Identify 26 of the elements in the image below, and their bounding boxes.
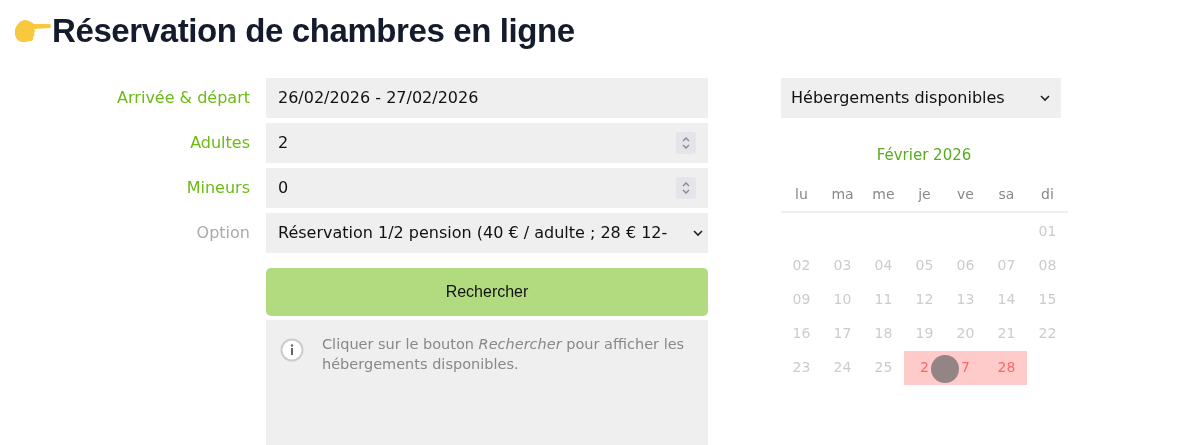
info-icon: [280, 338, 304, 362]
chevron-down-icon: [1039, 94, 1051, 102]
field-label: Option: [195, 222, 250, 244]
field-label: Adultes: [189, 132, 250, 154]
weekday-label: me: [871, 185, 896, 204]
weekday-label: ma: [830, 185, 855, 204]
number-field[interactable]: 0: [266, 168, 708, 208]
option-select[interactable]: Réservation 1/2 pension (40 € / adulte ; 28 € 12-: [266, 213, 708, 253]
date-range-field[interactable]: 26/02/2026 - 27/02/2026: [266, 78, 708, 118]
weekday-label: lu: [794, 185, 809, 204]
number-field[interactable]: 2: [266, 123, 708, 163]
accommodation-select[interactable]: Hébergements disponibles: [781, 78, 1061, 118]
search-button[interactable]: Rechercher: [266, 268, 708, 316]
weekday-label: ve: [956, 185, 975, 204]
chevron-down-icon: [692, 229, 704, 237]
calendar-month: Février 2026: [875, 145, 973, 166]
field-label: Mineurs: [185, 177, 250, 199]
spinner-icon[interactable]: [676, 177, 696, 199]
page-title: Réservation de chambres en ligne: [52, 11, 575, 51]
weekday-label: sa: [997, 185, 1016, 204]
field-label: Arrivée & départ: [116, 87, 250, 109]
info-message: Cliquer sur le bouton Rechercher pour afficher les hébergements disponibles.: [322, 335, 686, 374]
calendar-day[interactable]: 28: [986, 350, 1027, 385]
weekday-label: je: [917, 185, 932, 204]
weekday-label: di: [1040, 185, 1055, 204]
spinner-icon[interactable]: [676, 132, 696, 154]
